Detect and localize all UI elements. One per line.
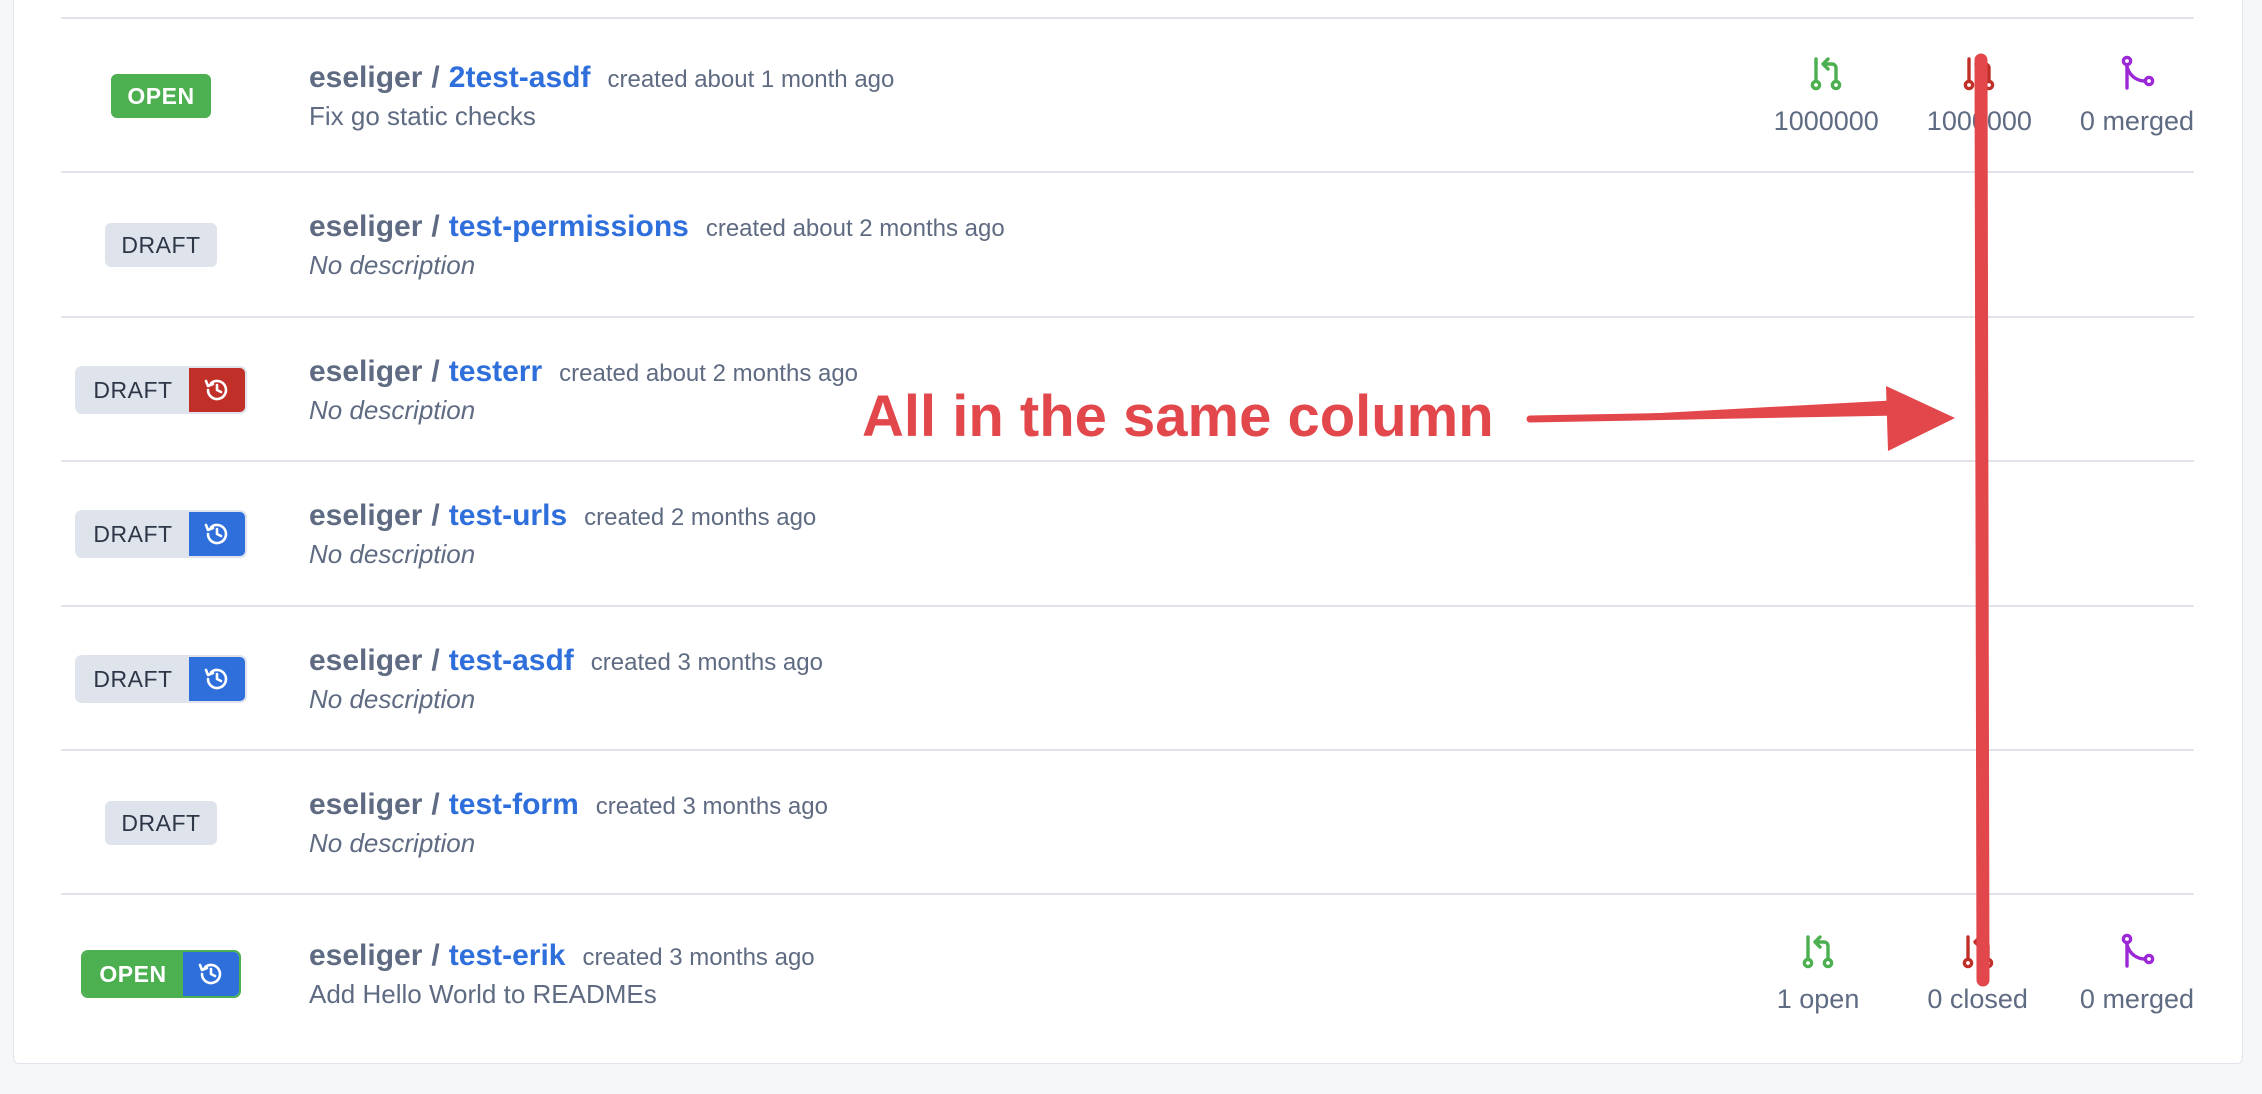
namespace[interactable]: eseliger: [309, 210, 422, 244]
history-icon: [182, 952, 239, 996]
separator: /: [431, 498, 440, 532]
namespace[interactable]: eseliger: [309, 355, 422, 389]
open-changesets-stat: 1 open: [1776, 933, 1860, 1015]
status-badge: OPEN: [111, 74, 211, 118]
campaign-title-cell: eseliger / test-asdf created 3 months ag…: [309, 607, 823, 751]
git-pull-request-icon: [1799, 933, 1837, 976]
separator: /: [431, 354, 440, 388]
campaign-name-link[interactable]: test-erik: [449, 939, 566, 973]
open-count: 1000000: [1773, 106, 1879, 136]
status-badge: DRAFT: [75, 655, 247, 703]
created-timestamp: created 3 months ago: [595, 792, 828, 820]
history-icon: [188, 512, 245, 556]
history-icon: [188, 368, 245, 412]
campaign-title-cell: eseliger / testerr created about 2 month…: [309, 318, 858, 462]
closed-count: 0 closed: [1927, 984, 2028, 1014]
campaign-description: No description: [309, 538, 476, 569]
separator: /: [431, 643, 440, 677]
git-pull-request-closed-icon: [1959, 933, 1997, 976]
merged-changesets-stat: 0 merged: [2080, 55, 2194, 137]
campaign-title-cell: eseliger / 2test-asdf created about 1 mo…: [309, 19, 894, 173]
created-timestamp: created 2 months ago: [584, 503, 817, 531]
campaign-name-link[interactable]: 2test-asdf: [449, 61, 591, 95]
campaign-name-link[interactable]: test-asdf: [449, 644, 574, 678]
state-cell: OPEN: [61, 895, 261, 1053]
state-cell: DRAFT: [61, 462, 261, 606]
list-item: OPEN eseliger / 2test-asdf created about…: [61, 17, 2194, 173]
campaign-title-cell: eseliger / test-urls created 2 months ag…: [309, 462, 816, 606]
list-item: DRAFT eseliger / test-permissions create…: [61, 171, 2194, 317]
status-badge: OPEN: [81, 950, 241, 998]
campaign-description: Fix go static checks: [309, 100, 536, 131]
closed-changesets-stat: 0 closed: [1927, 933, 2028, 1015]
separator: /: [431, 209, 440, 243]
open-changesets-stat: 1000000: [1774, 55, 1879, 137]
git-merge-icon: [2118, 55, 2156, 98]
draft-badge: DRAFT: [77, 368, 189, 412]
git-pull-request-closed-icon: [1960, 55, 1998, 98]
draft-badge: DRAFT: [105, 801, 217, 845]
list-item: OPEN eseliger / test-erik created 3 mont…: [61, 893, 2194, 1053]
list-item: DRAFT eseliger / test-asdf created 3 mon…: [61, 605, 2194, 751]
campaign-description: No description: [309, 394, 476, 425]
campaign-title-cell: eseliger / test-permissions created abou…: [309, 173, 1005, 317]
history-icon: [188, 657, 245, 701]
created-timestamp: created 3 months ago: [590, 648, 823, 676]
git-pull-request-icon: [1807, 55, 1845, 98]
created-timestamp: created about 2 months ago: [559, 359, 859, 387]
state-cell: DRAFT: [61, 173, 261, 317]
list-item: DRAFT eseliger / test-form created 3 mon…: [61, 749, 2194, 895]
merged-count: 0 merged: [2079, 984, 2194, 1014]
draft-badge: DRAFT: [77, 512, 189, 556]
separator: /: [431, 787, 440, 821]
status-badge: DRAFT: [75, 510, 247, 558]
state-cell: DRAFT: [61, 607, 261, 751]
open-count: 1 open: [1776, 984, 1860, 1014]
campaign-name-link[interactable]: test-form: [449, 788, 579, 822]
campaign-name-link[interactable]: testerr: [449, 355, 542, 389]
campaign-name-link[interactable]: test-permissions: [449, 210, 689, 244]
merged-changesets-stat: 0 merged: [2080, 933, 2194, 1015]
namespace[interactable]: eseliger: [309, 61, 422, 95]
namespace[interactable]: eseliger: [309, 788, 422, 822]
campaign-title-cell: eseliger / test-erik created 3 months ag…: [309, 895, 815, 1053]
open-badge: OPEN: [83, 952, 183, 996]
annotation-label: All in the same column: [862, 384, 1494, 449]
campaign-description: Add Hello World to READMEs: [309, 978, 657, 1009]
campaign-description: No description: [309, 683, 476, 714]
status-badge: DRAFT: [75, 366, 247, 414]
status-badge: DRAFT: [105, 223, 217, 267]
list-item: DRAFT eseliger / test-urls created 2 mon…: [61, 460, 2194, 606]
changeset-stats: 1000000 1000000 0 merged: [1726, 19, 2194, 173]
campaign-name-link[interactable]: test-urls: [449, 499, 567, 533]
campaign-title-cell: eseliger / test-form created 3 months ag…: [309, 751, 828, 895]
namespace[interactable]: eseliger: [309, 939, 422, 973]
git-merge-icon: [2118, 933, 2156, 976]
closed-count: 1000000: [1926, 106, 2032, 136]
status-badge: DRAFT: [105, 801, 217, 845]
namespace[interactable]: eseliger: [309, 499, 422, 533]
created-timestamp: created about 2 months ago: [705, 214, 1005, 242]
namespace[interactable]: eseliger: [309, 644, 422, 678]
changeset-stats: 1 open 0 closed 0 merged: [1777, 895, 2194, 1053]
state-cell: DRAFT: [61, 751, 261, 895]
separator: /: [431, 938, 440, 972]
state-cell: OPEN: [61, 19, 261, 173]
created-timestamp: created about 1 month ago: [607, 65, 895, 93]
open-badge: OPEN: [111, 74, 211, 118]
merged-count: 0 merged: [2079, 106, 2194, 136]
campaign-description: No description: [309, 249, 476, 280]
draft-badge: DRAFT: [105, 223, 217, 267]
created-timestamp: created 3 months ago: [582, 943, 815, 971]
closed-changesets-stat: 1000000: [1927, 55, 2032, 137]
campaign-description: No description: [309, 827, 476, 858]
state-cell: DRAFT: [61, 318, 261, 462]
draft-badge: DRAFT: [77, 657, 189, 701]
separator: /: [431, 60, 440, 94]
